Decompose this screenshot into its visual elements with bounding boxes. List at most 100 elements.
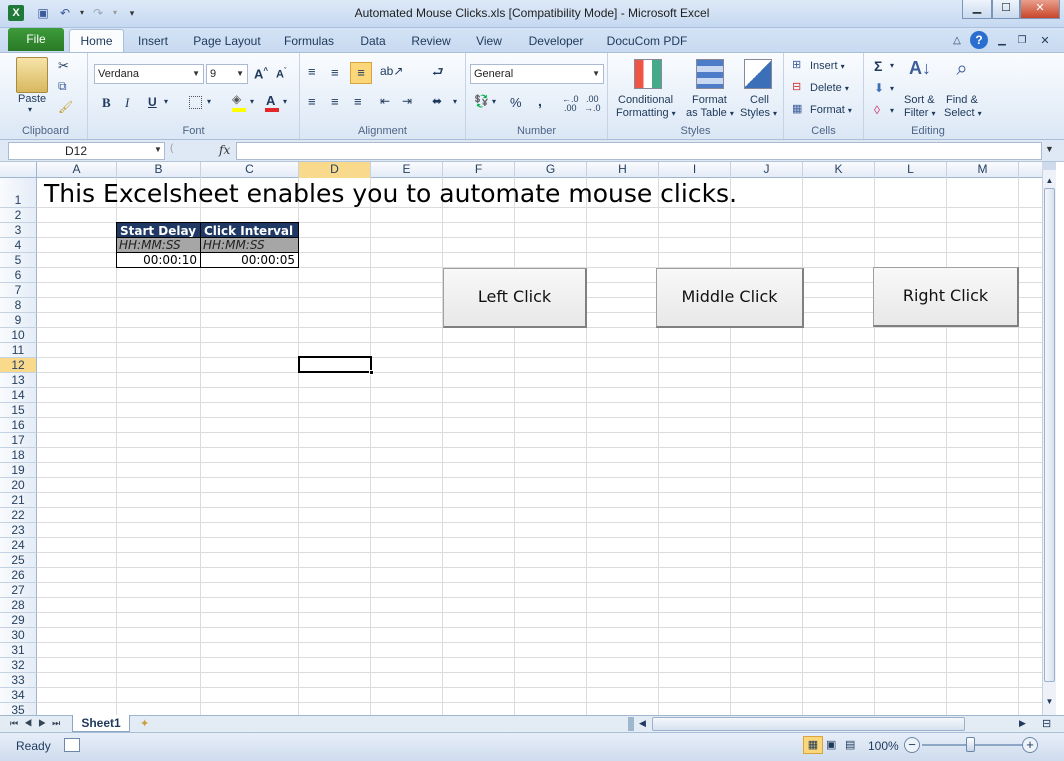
tab-home[interactable]: Home bbox=[69, 29, 124, 53]
delete-cells-icon[interactable]: ⊟ bbox=[792, 82, 801, 93]
row-header-29[interactable]: 29 bbox=[0, 613, 37, 628]
row-header-34[interactable]: 34 bbox=[0, 688, 37, 703]
minimize-ribbon-icon[interactable]: △ bbox=[950, 32, 964, 52]
copy-icon[interactable]: ⧉ bbox=[58, 80, 67, 92]
row-header-7[interactable]: 7 bbox=[0, 283, 37, 298]
workbook-minimize-icon[interactable]: ▁ bbox=[995, 32, 1009, 52]
column-header-c[interactable]: C bbox=[201, 162, 299, 178]
autosum-dropdown-icon[interactable]: ▾ bbox=[890, 61, 894, 70]
fill-handle[interactable] bbox=[369, 370, 374, 375]
paste-dropdown-icon[interactable]: ▾ bbox=[28, 105, 32, 114]
align-middle-icon[interactable]: ≡ bbox=[331, 66, 339, 79]
format-painter-icon[interactable]: 🖌 bbox=[58, 101, 73, 113]
scroll-up-icon[interactable]: ▲ bbox=[1044, 176, 1055, 186]
conditional-formatting-label-1[interactable]: Conditional bbox=[618, 94, 673, 106]
format-as-table-label-1[interactable]: Format bbox=[692, 94, 727, 106]
workbook-restore-icon[interactable]: ❐ bbox=[1015, 32, 1029, 52]
normal-view-icon[interactable]: ▦ bbox=[803, 736, 823, 754]
formula-input[interactable] bbox=[236, 142, 1042, 160]
scroll-left-icon[interactable]: ◀ bbox=[639, 718, 646, 729]
minimize-button[interactable]: ▁ bbox=[962, 0, 992, 19]
cell-styles-label-2[interactable]: Styles ▾ bbox=[740, 107, 777, 119]
row-header-13[interactable]: 13 bbox=[0, 373, 37, 388]
orientation-icon[interactable]: ab↗ bbox=[380, 65, 403, 77]
cell-styles-icon[interactable] bbox=[744, 59, 772, 89]
scroll-down-icon[interactable]: ▼ bbox=[1044, 697, 1055, 707]
paste-label[interactable]: Paste bbox=[18, 93, 46, 105]
row-header-16[interactable]: 16 bbox=[0, 418, 37, 433]
row-header-2[interactable]: 2 bbox=[0, 208, 37, 223]
active-cell-selection[interactable] bbox=[298, 356, 372, 373]
merge-center-icon[interactable]: ⬌ bbox=[432, 95, 442, 107]
column-header-k[interactable]: K bbox=[803, 162, 875, 178]
sheet-nav-arrows-icon[interactable]: ⏮◀▶⏭ bbox=[10, 718, 66, 729]
zoom-level[interactable]: 100% bbox=[868, 739, 899, 753]
underline-dropdown-icon[interactable]: ▾ bbox=[164, 97, 168, 106]
row-header-22[interactable]: 22 bbox=[0, 508, 37, 523]
sort-filter-icon[interactable]: A↓ bbox=[906, 59, 934, 89]
row-header-21[interactable]: 21 bbox=[0, 493, 37, 508]
fill-dropdown-icon[interactable]: ▾ bbox=[890, 84, 894, 93]
row-header-5[interactable]: 5 bbox=[0, 253, 37, 268]
column-header-m[interactable]: M bbox=[947, 162, 1019, 178]
format-cells-label[interactable]: Format ▾ bbox=[810, 104, 852, 116]
worksheet-grid[interactable]: ABCDEFGHIJKLM 1 2 3 4 5 6 7 8 9 10 11 12 13 14 15 16 17 1… bbox=[0, 162, 1042, 715]
tab-view[interactable]: View bbox=[470, 32, 508, 52]
font-size-combo[interactable]: 9 ▼ bbox=[206, 64, 248, 84]
accounting-dropdown-icon[interactable]: ▾ bbox=[492, 97, 496, 106]
tab-insert[interactable]: Insert bbox=[135, 32, 171, 52]
tab-file[interactable]: File bbox=[8, 28, 64, 51]
find-select-label-1[interactable]: Find & bbox=[946, 94, 978, 106]
click-interval-format[interactable]: HH:MM:SS bbox=[200, 237, 299, 253]
expand-formula-bar-icon[interactable]: ▼ bbox=[1045, 144, 1054, 154]
number-format-combo[interactable]: General ▼ bbox=[470, 64, 604, 84]
row-header-9[interactable]: 9 bbox=[0, 313, 37, 328]
column-header-j[interactable]: J bbox=[731, 162, 803, 178]
align-top-icon[interactable]: ≡ bbox=[308, 65, 316, 78]
horizontal-scroll-thumb[interactable] bbox=[652, 717, 965, 731]
sort-filter-label-2[interactable]: Filter ▾ bbox=[904, 107, 936, 119]
delete-cells-label[interactable]: Delete ▾ bbox=[810, 82, 849, 94]
maximize-button[interactable]: ☐ bbox=[992, 0, 1020, 19]
row-header-6[interactable]: 6 bbox=[0, 268, 37, 283]
row-header-18[interactable]: 18 bbox=[0, 448, 37, 463]
start-delay-value[interactable]: 00:00:10 bbox=[116, 252, 201, 268]
tab-formulas[interactable]: Formulas bbox=[280, 32, 338, 52]
align-bottom-icon[interactable]: ≡ bbox=[350, 62, 372, 84]
font-name-combo[interactable]: Verdana ▼ bbox=[94, 64, 204, 84]
paste-icon[interactable] bbox=[16, 57, 48, 93]
formula-bar-resize-handle[interactable]: ( bbox=[170, 143, 180, 159]
tab-split-handle[interactable] bbox=[628, 717, 634, 731]
column-header-l[interactable]: L bbox=[875, 162, 947, 178]
column-header-g[interactable]: G bbox=[515, 162, 587, 178]
row-header-23[interactable]: 23 bbox=[0, 523, 37, 538]
row-header-10[interactable]: 10 bbox=[0, 328, 37, 343]
click-interval-header[interactable]: Click Interval bbox=[200, 222, 299, 238]
fill-dropdown-icon[interactable]: ▾ bbox=[250, 97, 254, 106]
page-layout-view-icon[interactable]: ▣ bbox=[826, 738, 840, 751]
page-break-view-icon[interactable]: ▤ bbox=[845, 738, 859, 751]
middle-click-button[interactable]: Middle Click bbox=[656, 268, 804, 328]
row-header-20[interactable]: 20 bbox=[0, 478, 37, 493]
conditional-formatting-icon[interactable] bbox=[634, 59, 662, 89]
row-header-12[interactable]: 12 bbox=[0, 358, 37, 373]
help-icon[interactable]: ? bbox=[970, 31, 988, 49]
percent-style-button[interactable]: % bbox=[510, 95, 522, 110]
workbook-close-icon[interactable]: ✕ bbox=[1038, 32, 1052, 52]
row-header-30[interactable]: 30 bbox=[0, 628, 37, 643]
row-header-8[interactable]: 8 bbox=[0, 298, 37, 313]
insert-cells-label[interactable]: Insert ▾ bbox=[810, 60, 845, 72]
accounting-format-icon[interactable]: 💱 bbox=[474, 95, 489, 107]
cell-styles-label-1[interactable]: Cell bbox=[750, 94, 769, 106]
split-box-horizontal[interactable]: ⊟ bbox=[1042, 717, 1051, 730]
row-header-3[interactable]: 3 bbox=[0, 223, 37, 238]
column-header-b[interactable]: B bbox=[117, 162, 201, 178]
row-header-19[interactable]: 19 bbox=[0, 463, 37, 478]
row-header-11[interactable]: 11 bbox=[0, 343, 37, 358]
split-box-vertical[interactable] bbox=[1042, 162, 1056, 170]
clear-icon[interactable]: ◊ bbox=[874, 104, 880, 116]
tab-page-layout[interactable]: Page Layout bbox=[190, 32, 264, 52]
find-select-icon[interactable]: ⌕ bbox=[948, 59, 976, 89]
font-color-icon[interactable]: A bbox=[266, 93, 275, 108]
sort-filter-label-1[interactable]: Sort & bbox=[904, 94, 935, 106]
